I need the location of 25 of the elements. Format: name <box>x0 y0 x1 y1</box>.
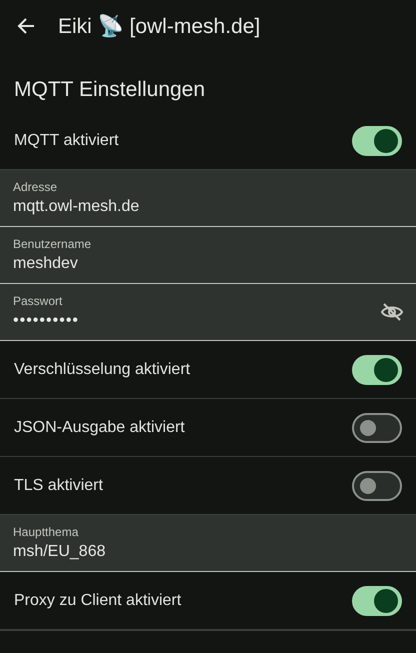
field-label: Benutzername <box>13 237 92 251</box>
section-title: MQTT Einstellungen <box>14 78 206 102</box>
back-icon[interactable] <box>16 16 36 36</box>
field-value: msh/EU_868 <box>13 543 106 561</box>
field-label: Hauptthema <box>13 525 80 539</box>
text-field[interactable]: Passwort •••••••••• <box>0 284 416 340</box>
text-field[interactable]: Adresse mqtt.owl-mesh.de <box>0 170 416 226</box>
toggle-switch[interactable] <box>352 126 402 156</box>
field-value: mqtt.owl-mesh.de <box>13 198 140 216</box>
field-value: •••••••••• <box>13 312 80 330</box>
setting-label: Proxy zu Client aktiviert <box>14 592 182 610</box>
field-label: Adresse <box>13 180 58 194</box>
setting-label: MQTT aktiviert <box>14 132 119 150</box>
toggle-switch[interactable] <box>352 470 402 500</box>
field-label: Passwort <box>13 294 64 308</box>
setting-label: Verschlüsselung aktiviert <box>14 360 190 378</box>
toggle-switch[interactable] <box>352 354 402 384</box>
toggle-switch[interactable] <box>352 586 402 616</box>
text-field[interactable]: Hauptthema msh/EU_868 <box>0 515 416 571</box>
setting-label: TLS aktiviert <box>14 476 103 494</box>
setting-label: JSON-Ausgabe aktiviert <box>14 418 185 436</box>
field-value: meshdev <box>13 255 79 273</box>
app-title: Eiki 📡 [owl-mesh.de] <box>58 14 260 38</box>
toggle-switch[interactable] <box>352 412 402 442</box>
text-field[interactable]: Benutzername meshdev <box>0 227 416 283</box>
